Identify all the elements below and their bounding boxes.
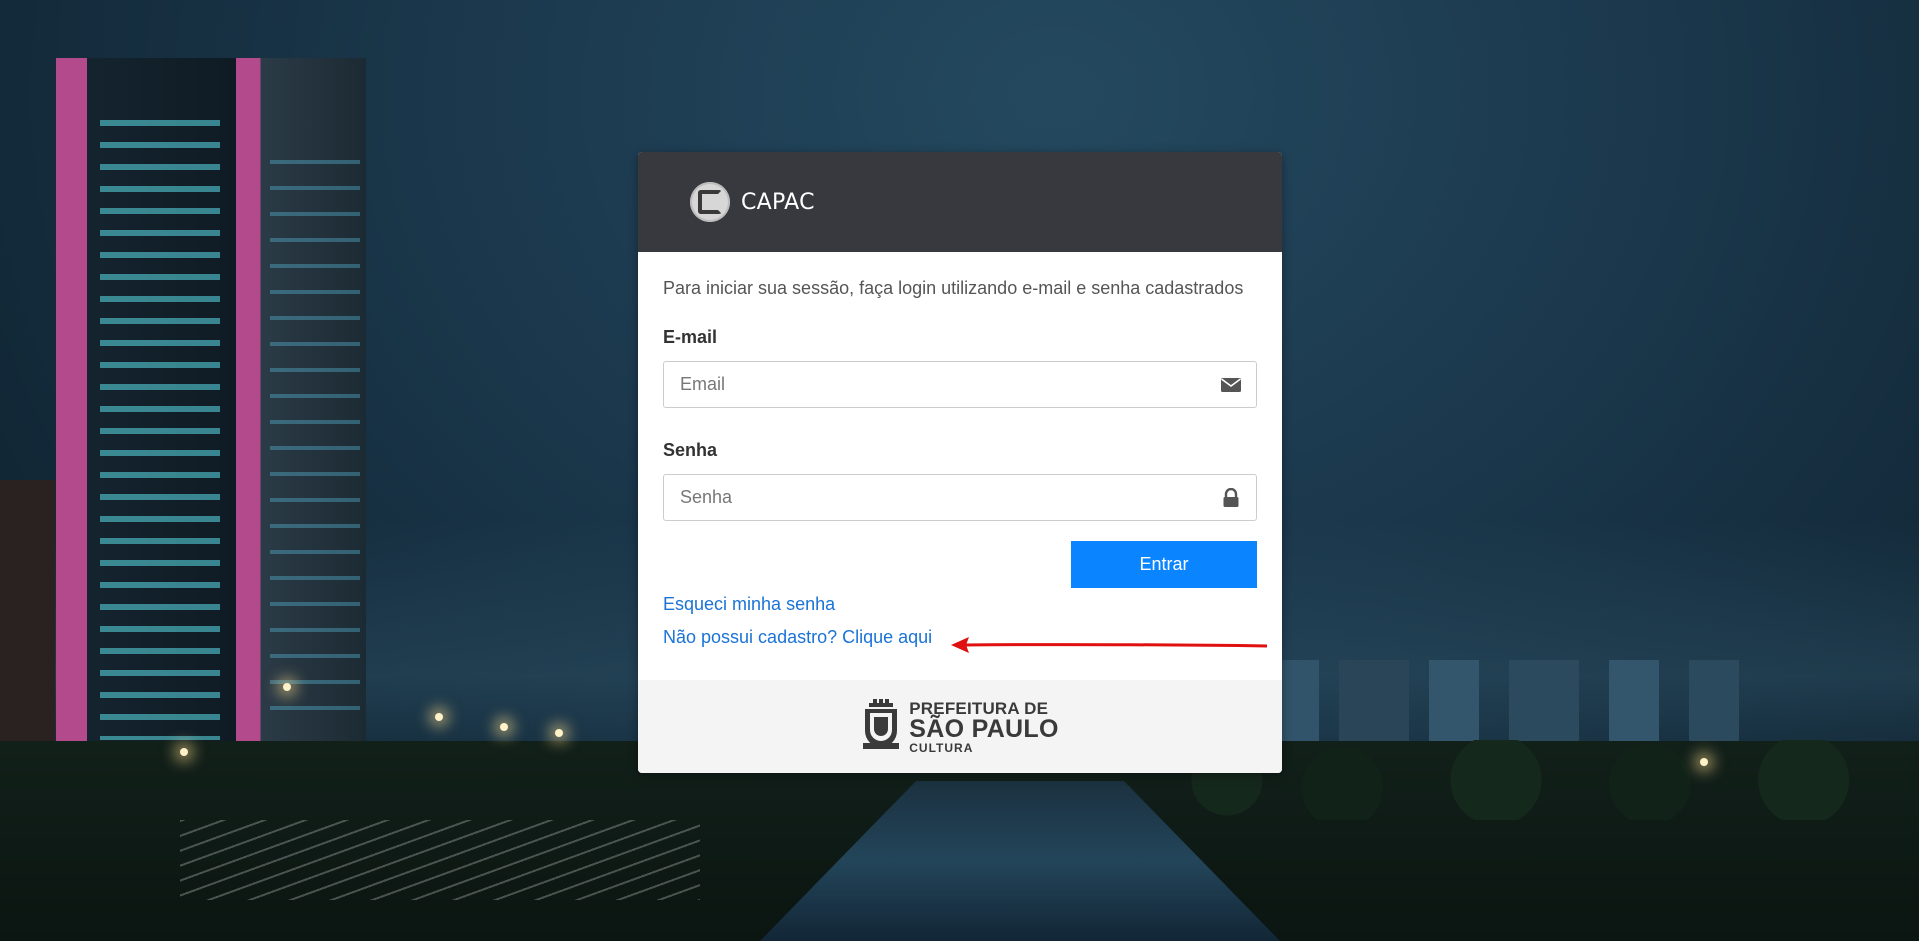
login-button[interactable]: Entrar — [1071, 541, 1257, 588]
city-seal-icon — [863, 698, 900, 749]
org-line2: SÃO PAULO — [909, 714, 1059, 743]
street-light — [500, 723, 508, 731]
email-input[interactable] — [664, 362, 1256, 407]
forgot-password-link[interactable]: Esqueci minha senha — [663, 594, 1257, 615]
login-card: CAPAC Para iniciar sua sessão, faça logi… — [638, 152, 1282, 773]
annotation-arrow-icon — [951, 637, 1268, 653]
street-light — [555, 729, 563, 737]
capac-logo-icon — [690, 182, 730, 222]
street-light — [180, 748, 188, 756]
tower-lit-windows — [100, 120, 220, 740]
login-intro-text: Para iniciar sua sessão, faça login util… — [663, 278, 1244, 298]
brand-title: CAPAC — [741, 189, 815, 215]
card-header: CAPAC — [638, 152, 1282, 252]
prefeitura-logo: PREFEITURA DE SÃO PAULO CULTURA — [861, 698, 1059, 755]
right-skyline — [1219, 660, 1739, 750]
login-form: Para iniciar sua sessão, faça login util… — [638, 252, 1282, 680]
email-field-wrapper — [663, 361, 1257, 408]
org-line1: PREFEITURA DE — [909, 698, 1049, 718]
envelope-icon — [1221, 378, 1241, 392]
street-light — [435, 713, 443, 721]
lock-icon — [1223, 488, 1239, 507]
password-field-wrapper — [663, 474, 1257, 521]
org-line3: CULTURA — [909, 740, 974, 755]
tower-lit-windows-side — [270, 160, 360, 720]
street-light — [1700, 758, 1708, 766]
street-light — [283, 683, 291, 691]
card-footer: PREFEITURA DE SÃO PAULO CULTURA — [638, 680, 1282, 773]
submit-row: Entrar — [663, 541, 1257, 588]
password-label: Senha — [663, 440, 718, 460]
traffic-light-trails — [180, 820, 700, 900]
email-label: E-mail — [663, 327, 718, 347]
password-input[interactable] — [664, 475, 1256, 520]
